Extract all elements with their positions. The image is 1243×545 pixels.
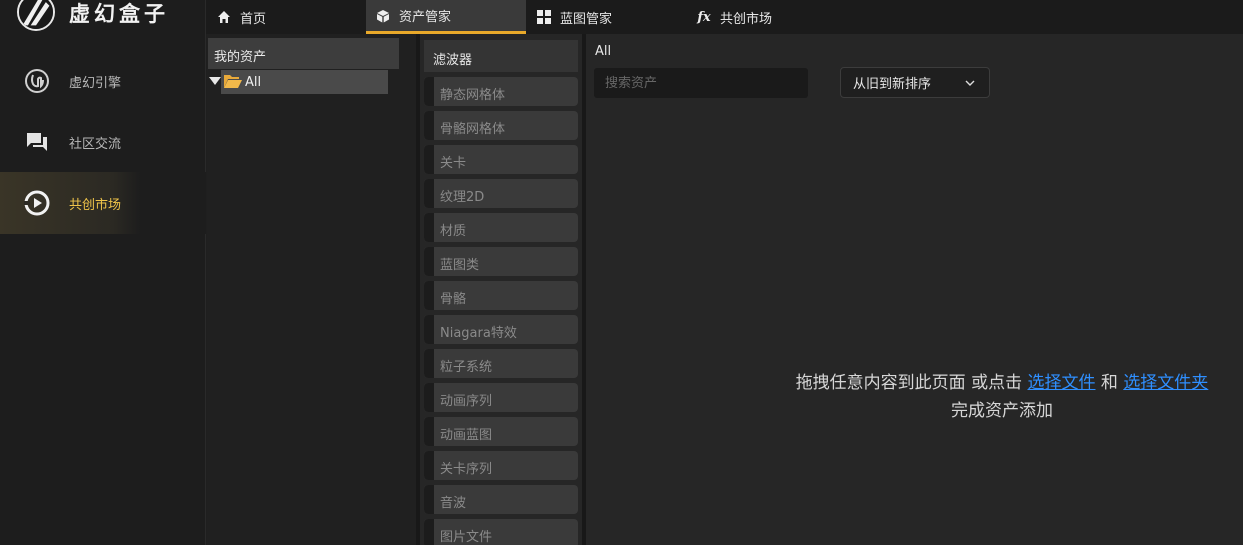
top-tab-bar: 首页 资产管家 蓝图管家 fx 共创市场 <box>206 0 1243 34</box>
filter-item-label: 粒子系统 <box>440 360 493 375</box>
logo-icon <box>17 0 55 31</box>
market-icon <box>23 189 51 217</box>
sidebar-item-label: 共创市场 <box>69 197 122 213</box>
tree-header: 我的资产 <box>208 38 399 69</box>
filter-item-label: 蓝图类 <box>440 258 480 273</box>
tab-asset-manager[interactable]: 资产管家 <box>366 0 526 34</box>
filter-checkbox[interactable] <box>424 213 434 242</box>
filter-checkbox[interactable] <box>424 281 434 310</box>
filter-checkbox[interactable] <box>424 485 434 514</box>
filter-item[interactable]: 粒子系统 <box>424 349 578 378</box>
filter-item-label: 静态网格体 <box>440 88 506 103</box>
chat-icon <box>23 128 51 156</box>
select-folder-link[interactable]: 选择文件夹 <box>1123 373 1208 393</box>
app-title: 虚幻盒子 <box>69 1 169 26</box>
filter-item-label: 图片文件 <box>440 530 493 545</box>
filter-item[interactable]: 音波 <box>424 485 578 514</box>
filter-item-label: 纹理2D <box>440 190 485 205</box>
drop-text-prefix: 拖拽任意内容到此页面 或点击 <box>795 373 1028 393</box>
filter-item-label: 关卡序列 <box>440 462 493 477</box>
filter-checkbox[interactable] <box>424 349 434 378</box>
fx-icon: fx <box>697 9 711 25</box>
filter-item-label: 骨骼网格体 <box>440 122 506 137</box>
filter-checkbox[interactable] <box>424 247 434 276</box>
sidebar-item-community[interactable]: 社区交流 <box>0 111 206 173</box>
filter-item-label: 动画蓝图 <box>440 428 493 443</box>
breadcrumb: All <box>595 44 612 59</box>
filter-item[interactable]: 图片文件 <box>424 519 578 545</box>
filter-checkbox[interactable] <box>424 111 434 140</box>
filter-checkbox[interactable] <box>424 451 434 480</box>
filter-checkbox[interactable] <box>424 315 434 344</box>
filter-item[interactable]: 关卡序列 <box>424 451 578 480</box>
sidebar: 虚幻盒子 虚幻引擎 社区交流 共创市场 <box>0 0 206 545</box>
filter-checkbox[interactable] <box>424 145 434 174</box>
tab-label: 蓝图管家 <box>560 11 613 27</box>
tab-market[interactable]: fx 共创市场 <box>696 0 782 34</box>
sidebar-item-label: 虚幻引擎 <box>69 75 122 91</box>
filter-item-label: 音波 <box>440 496 467 511</box>
search-input[interactable] <box>594 68 808 98</box>
filter-item-label: 动画序列 <box>440 394 493 409</box>
drop-zone-message: 拖拽任意内容到此页面 或点击 选择文件 和 选择文件夹 完成资产添加 <box>792 369 1212 425</box>
folder-open-icon <box>224 74 242 89</box>
asset-tree-panel: 我的资产 All <box>207 34 416 545</box>
tree-item-label: All <box>245 75 262 90</box>
filter-item[interactable]: 骨骼网格体 <box>424 111 578 140</box>
cube-icon <box>375 8 391 24</box>
select-file-link[interactable]: 选择文件 <box>1028 373 1096 393</box>
filter-item[interactable]: 材质 <box>424 213 578 242</box>
filter-item-label: 材质 <box>440 224 467 239</box>
asset-content-area[interactable]: All 从旧到新排序 拖拽任意内容到此页面 或点击 选择文件 和 选择文件夹 完… <box>586 34 1243 545</box>
filter-item[interactable]: 骨骼 <box>424 281 578 310</box>
sidebar-item-unreal-engine[interactable]: 虚幻引擎 <box>0 50 206 112</box>
filter-item[interactable]: 动画序列 <box>424 383 578 412</box>
filter-item-label: Niagara特效 <box>440 326 517 341</box>
expand-arrow-icon[interactable] <box>209 77 221 85</box>
tab-label: 共创市场 <box>720 11 773 27</box>
filter-item[interactable]: 蓝图类 <box>424 247 578 276</box>
unreal-engine-icon <box>23 67 51 95</box>
filter-panel: 滤波器 静态网格体骨骼网格体关卡纹理2D 材质蓝图类骨骼 Niagara特效 粒子系统… <box>416 34 586 545</box>
tab-label: 资产管家 <box>399 10 452 25</box>
home-icon <box>216 9 232 25</box>
filter-item[interactable]: Niagara特效 <box>424 315 578 344</box>
sidebar-item-market[interactable]: 共创市场 <box>0 172 206 234</box>
filter-item[interactable]: 动画蓝图 <box>424 417 578 446</box>
filter-checkbox[interactable] <box>424 77 434 106</box>
chevron-down-icon <box>965 80 975 86</box>
filter-header: 滤波器 <box>424 40 578 72</box>
grid-icon <box>536 9 552 25</box>
sort-label: 从旧到新排序 <box>853 77 932 92</box>
filter-item-label: 关卡 <box>440 156 467 171</box>
filter-item[interactable]: 纹理2D <box>424 179 578 208</box>
filter-checkbox[interactable] <box>424 519 434 545</box>
tab-blueprint-manager[interactable]: 蓝图管家 <box>536 0 622 34</box>
app-logo[interactable]: 虚幻盒子 <box>0 0 206 34</box>
tree-item-all[interactable]: All <box>207 70 397 94</box>
filter-item[interactable]: 关卡 <box>424 145 578 174</box>
drop-text-middle: 和 <box>1095 373 1124 393</box>
tab-label: 首页 <box>240 11 267 27</box>
filter-item[interactable]: 静态网格体 <box>424 77 578 106</box>
filter-item-label: 骨骼 <box>440 292 467 307</box>
filter-checkbox[interactable] <box>424 179 434 208</box>
sidebar-item-label: 社区交流 <box>69 136 122 152</box>
drop-text-suffix: 完成资产添加 <box>951 401 1053 421</box>
tab-home[interactable]: 首页 <box>216 0 276 34</box>
filter-checkbox[interactable] <box>424 383 434 412</box>
sort-dropdown[interactable]: 从旧到新排序 <box>840 67 990 98</box>
filter-checkbox[interactable] <box>424 417 434 446</box>
